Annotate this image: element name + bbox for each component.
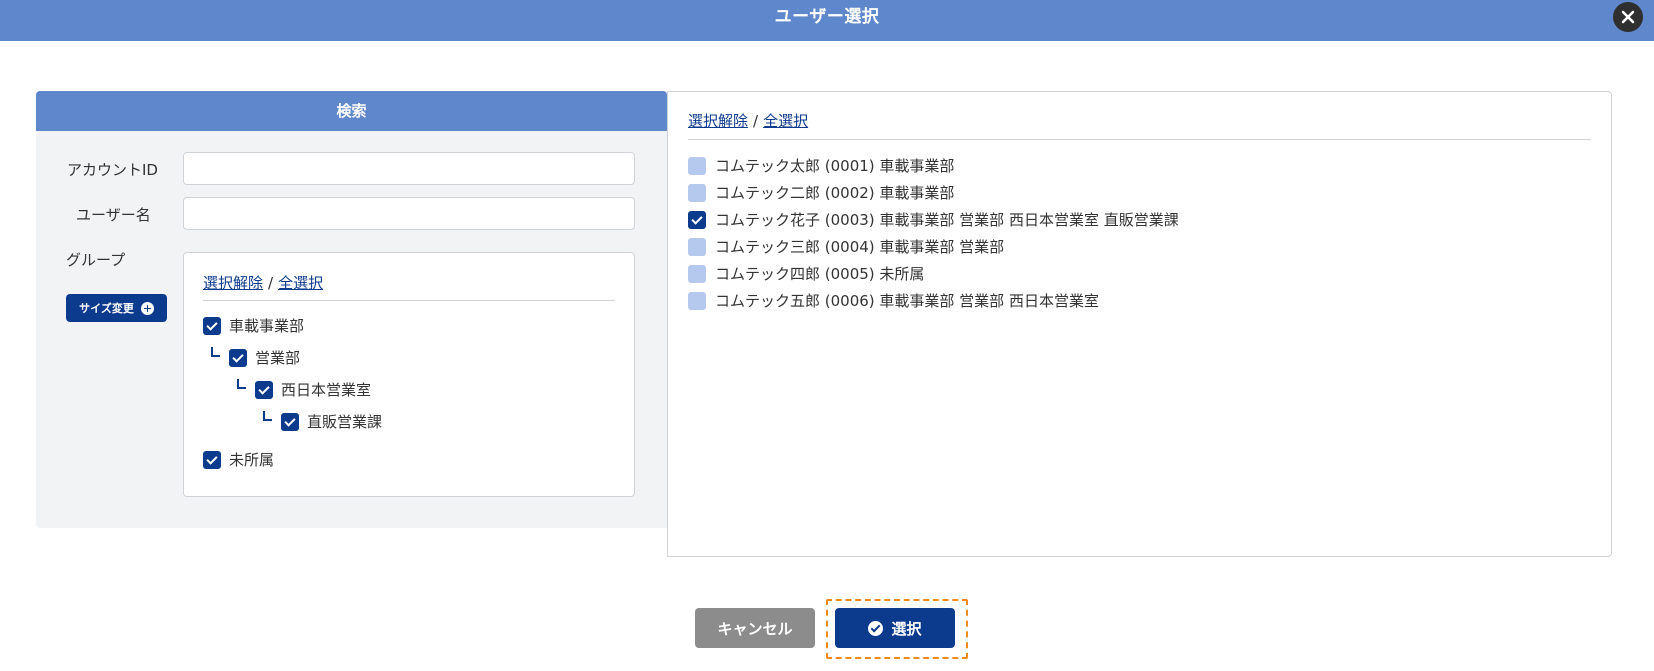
cancel-button-label: キャンセル [717,619,793,638]
tree-branch-icon [237,379,246,389]
tree-item[interactable]: 直販営業課 [281,411,382,432]
tree-item[interactable]: 西日本営業室 [255,379,371,400]
plus-circle-icon [140,301,154,315]
user-label: コムテック五郎 (0006) 車載事業部 営業部 西日本営業室 [715,292,1099,310]
user-name-label: ユーザー名 [76,206,151,224]
user-label: コムテック二郎 (0002) 車載事業部 [715,184,955,202]
user-checkbox[interactable] [688,291,706,310]
user-row[interactable]: コムテック四郎 (0005) 未所属 [688,263,924,284]
group-label-text: 西日本営業室 [281,381,372,399]
user-checkbox[interactable] [688,237,706,256]
resize-button-label: サイズ変更 [79,302,134,315]
group-select-all-link[interactable]: 全選択 [278,274,323,292]
user-select-links: 選択解除 / 全選択 [688,110,808,131]
group-checkbox[interactable] [281,412,299,431]
user-row[interactable]: コムテック五郎 (0006) 車載事業部 営業部 西日本営業室 [688,290,1099,311]
group-label: グループ [66,251,126,269]
select-button[interactable]: 選択 [835,608,955,648]
search-panel: 検索 アカウントID ユーザー名 グループ サイズ変更 選択解除 / 全選択 車載事… [36,91,667,528]
tree-branch-icon [263,411,272,421]
group-links-separator: / [268,274,274,292]
user-name-input[interactable] [183,197,635,230]
close-button[interactable] [1613,2,1643,32]
tree-item[interactable]: 車載事業部 [203,315,304,336]
user-row[interactable]: コムテック花子 (0003) 車載事業部 営業部 西日本営業室 直販営業課 [688,209,1179,230]
account-id-input[interactable] [183,152,635,185]
tree-item[interactable]: 未所属 [203,449,274,470]
group-checkbox[interactable] [203,316,221,335]
search-header: 検索 [36,91,667,131]
tree-item[interactable]: 営業部 [229,347,300,368]
user-row[interactable]: コムテック太郎 (0001) 車載事業部 [688,155,954,176]
group-checkbox[interactable] [255,380,273,399]
group-checkbox[interactable] [203,450,221,469]
user-row[interactable]: コムテック二郎 (0002) 車載事業部 [688,182,954,203]
user-checkbox[interactable] [688,264,706,283]
user-checkbox[interactable] [688,183,706,202]
resize-button[interactable]: サイズ変更 [66,294,167,322]
group-label-text: 直販営業課 [307,413,383,431]
user-list-panel: 選択解除 / 全選択 コムテック太郎 (0001) 車載事業部 コムテック二郎 (0… [667,91,1612,557]
dialog-title: ユーザー選択 [774,7,880,27]
user-links-separator: / [753,112,759,130]
cancel-button[interactable]: キャンセル [695,608,815,648]
user-deselect-all-link[interactable]: 選択解除 [688,112,748,130]
group-divider [203,300,615,301]
account-id-label: アカウントID [67,161,158,179]
tree-branch-icon [211,347,220,357]
user-label: コムテック四郎 (0005) 未所属 [715,265,925,283]
user-select-all-link[interactable]: 全選択 [763,112,808,130]
group-tree-box: 選択解除 / 全選択 車載事業部 営業部 西日本営業室 直販営業課 未所属 [183,252,635,497]
close-icon [1621,10,1635,24]
user-divider [688,139,1591,140]
group-checkbox[interactable] [229,348,247,367]
user-label: コムテック三郎 (0004) 車載事業部 営業部 [715,238,1005,256]
user-label: コムテック太郎 (0001) 車載事業部 [715,157,955,175]
user-row[interactable]: コムテック三郎 (0004) 車載事業部 営業部 [688,236,1004,257]
group-label-text: 車載事業部 [229,317,305,335]
user-label: コムテック花子 (0003) 車載事業部 営業部 西日本営業室 直販営業課 [715,211,1179,229]
user-checkbox[interactable] [688,156,706,175]
dialog-titlebar: ユーザー選択 [0,0,1654,41]
group-deselect-all-link[interactable]: 選択解除 [203,274,263,292]
check-circle-icon [868,620,884,636]
user-checkbox[interactable] [688,210,706,229]
group-label-text: 営業部 [255,349,301,367]
group-label-text: 未所属 [229,451,275,469]
select-button-label: 選択 [891,619,922,638]
group-select-links: 選択解除 / 全選択 [203,272,323,293]
